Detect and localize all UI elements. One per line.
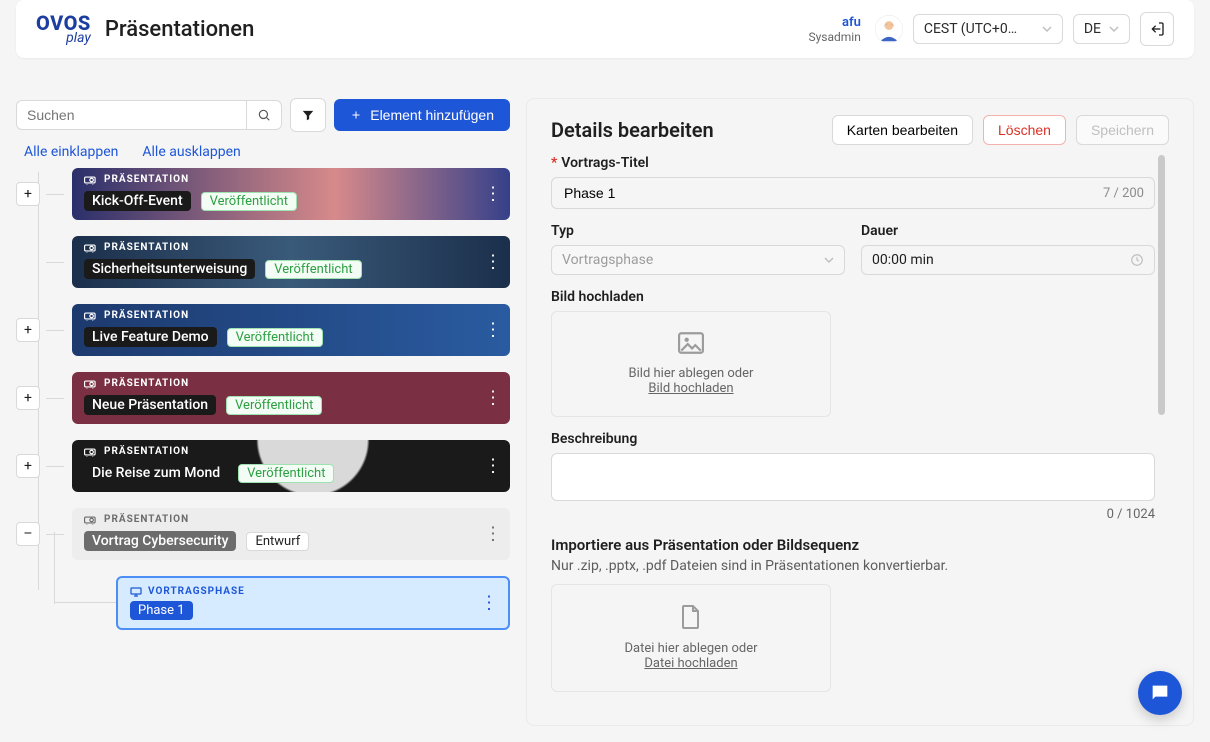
more-icon[interactable]: ⋮ <box>484 320 502 341</box>
tree-row: +PRÄSENTATIONKick-Off-EventVeröffentlich… <box>16 168 510 220</box>
card-title: Kick-Off-Event <box>84 191 191 211</box>
header: OVOS play Präsentationen afu Sysadmin CE… <box>16 0 1194 58</box>
status-published: Veröffentlicht <box>226 396 322 415</box>
presentation-card[interactable]: PRÄSENTATIONNeue PräsentationVeröffentli… <box>72 372 510 424</box>
status-published: Veröffentlicht <box>265 260 361 279</box>
title-label: Vortrags-Titel <box>561 155 649 171</box>
projector-icon <box>84 515 98 525</box>
projector-icon <box>84 447 98 457</box>
upload-label: Bild hochladen <box>551 289 644 305</box>
chevron-down-icon <box>1109 24 1119 34</box>
presentation-card[interactable]: PRÄSENTATIONVortrag CybersecurityEntwurf… <box>72 508 510 560</box>
more-icon[interactable]: ⋮ <box>484 252 502 273</box>
edit-cards-button[interactable]: Karten bearbeiten <box>832 115 973 145</box>
expand-toggle[interactable]: + <box>16 182 40 206</box>
phase-chip: Phase 1 <box>130 601 193 620</box>
title-input[interactable] <box>562 184 1103 202</box>
page-title: Präsentationen <box>105 17 255 42</box>
import-title: Importiere aus Präsentation oder Bildseq… <box>551 536 1155 554</box>
filter-button[interactable] <box>290 98 326 132</box>
search-input[interactable] <box>16 100 246 130</box>
presentation-card[interactable]: PRÄSENTATIONSicherheitsunterweisungVeröf… <box>72 236 510 288</box>
expand-toggle[interactable]: + <box>16 454 40 478</box>
logout-button[interactable] <box>1140 12 1174 46</box>
user-block: afu Sysadmin <box>808 15 860 44</box>
expand-toggle[interactable]: + <box>16 318 40 342</box>
left-panel: Element hinzufügen Alle einklappen Alle … <box>16 98 510 726</box>
delete-button[interactable]: Löschen <box>983 115 1066 145</box>
desc-textarea[interactable] <box>551 453 1155 501</box>
projector-icon <box>84 175 98 185</box>
upload-hint: Bild hier ablegen oder <box>572 366 810 381</box>
timezone-select[interactable]: CEST (UTC+0… <box>913 14 1063 44</box>
image-upload-box[interactable]: Bild hier ablegen oder Bild hochladen <box>551 311 831 417</box>
more-icon[interactable]: ⋮ <box>484 456 502 477</box>
file-link[interactable]: Datei hochladen <box>572 656 810 671</box>
more-icon[interactable]: ⋮ <box>484 388 502 409</box>
type-select[interactable]: Vortragsphase <box>551 245 845 275</box>
collapse-all-link[interactable]: Alle einklappen <box>24 144 118 160</box>
user-name: afu <box>808 15 860 30</box>
desc-label: Beschreibung <box>551 431 637 447</box>
tree-row: + PRÄSENTATIONDie Reise zum MondVeröffent… <box>16 440 510 492</box>
file-hint: Datei hier ablegen oder <box>572 641 810 656</box>
projector-icon <box>84 311 98 321</box>
chevron-down-icon <box>824 255 834 265</box>
presentation-card[interactable]: PRÄSENTATIONKick-Off-EventVeröffentlicht… <box>72 168 510 220</box>
clock-icon <box>1130 253 1144 267</box>
card-title: Die Reise zum Mond <box>84 463 228 483</box>
title-counter: 7 / 200 <box>1103 186 1144 201</box>
right-panel: Details bearbeiten Karten bearbeiten Lös… <box>526 98 1194 726</box>
projector-icon <box>84 243 98 253</box>
status-published: Veröffentlicht <box>201 192 297 211</box>
search-button[interactable] <box>246 100 282 130</box>
import-sub: Nur .zip, .pptx, .pdf Dateien sind in Pr… <box>551 558 1155 574</box>
status-published: Veröffentlicht <box>227 328 323 347</box>
monitor-icon <box>130 587 142 597</box>
phase-overline: VORTRAGSPHASE <box>148 586 245 597</box>
logo: OVOS play <box>36 14 91 45</box>
projector-icon <box>84 379 98 389</box>
tree-row: +PRÄSENTATIONSicherheitsunterweisungVerö… <box>16 236 510 288</box>
more-icon[interactable]: ⋮ <box>484 184 502 205</box>
desc-counter: 0 / 1024 <box>551 507 1155 522</box>
chevron-down-icon <box>1042 24 1052 34</box>
status-published: Veröffentlicht <box>238 464 334 483</box>
card-title: Neue Präsentation <box>84 395 216 415</box>
more-icon[interactable]: ⋮ <box>480 593 498 614</box>
expand-all-link[interactable]: Alle ausklappen <box>142 144 240 160</box>
file-icon <box>681 605 701 629</box>
phase-card[interactable]: VORTRAGSPHASE Phase 1 ⋮ <box>116 576 510 630</box>
duration-input[interactable]: 00:00 min <box>861 245 1155 275</box>
scrollbar[interactable] <box>1158 155 1165 415</box>
tree: +PRÄSENTATIONKick-Off-EventVeröffentlich… <box>16 168 510 630</box>
chat-fab[interactable] <box>1138 671 1182 715</box>
image-icon <box>678 332 704 354</box>
type-label: Typ <box>551 223 574 239</box>
title-input-wrap[interactable]: 7 / 200 <box>551 177 1155 209</box>
status-draft: Entwurf <box>246 532 309 551</box>
tree-row: + PRÄSENTATIONLive Feature DemoVeröffentl… <box>16 304 510 356</box>
more-icon[interactable]: ⋮ <box>484 524 502 545</box>
add-element-button[interactable]: Element hinzufügen <box>334 99 510 131</box>
tree-row: + PRÄSENTATIONNeue PräsentationVeröffentl… <box>16 372 510 424</box>
collapse-toggle[interactable]: – <box>16 522 40 546</box>
save-button: Speichern <box>1076 115 1169 145</box>
card-title: Vortrag Cybersecurity <box>84 531 236 551</box>
user-role: Sysadmin <box>808 30 860 44</box>
language-select[interactable]: DE <box>1073 14 1130 44</box>
tree-row: –PRÄSENTATIONVortrag CybersecurityEntwur… <box>16 508 510 560</box>
phase-subrow: VORTRAGSPHASE Phase 1 ⋮ <box>116 576 510 630</box>
duration-label: Dauer <box>861 223 898 239</box>
card-title: Sicherheitsunterweisung <box>84 259 255 279</box>
presentation-card[interactable]: PRÄSENTATIONLive Feature DemoVeröffentli… <box>72 304 510 356</box>
avatar[interactable] <box>875 15 903 43</box>
file-upload-box[interactable]: Datei hier ablegen oder Datei hochladen <box>551 584 831 692</box>
expand-toggle[interactable]: + <box>16 386 40 410</box>
presentation-card[interactable]: PRÄSENTATIONDie Reise zum MondVeröffentl… <box>72 440 510 492</box>
details-title: Details bearbeiten <box>551 118 714 142</box>
upload-link[interactable]: Bild hochladen <box>572 381 810 396</box>
card-title: Live Feature Demo <box>84 327 217 347</box>
